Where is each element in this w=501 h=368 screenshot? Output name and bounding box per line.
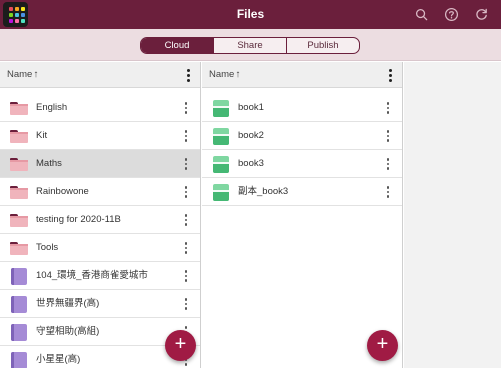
list-item[interactable]: book3 <box>202 150 402 178</box>
side-panel <box>404 62 501 368</box>
item-more-icon[interactable] <box>184 130 188 142</box>
book-icon <box>11 296 27 313</box>
left-column-header: Name↑ <box>0 62 200 88</box>
list-item[interactable]: Maths <box>0 150 200 178</box>
item-name: book3 <box>238 158 264 169</box>
add-button[interactable]: + <box>367 330 398 361</box>
right-file-pane: Name↑ book1 book2 book3 副本_book3 + <box>202 62 403 368</box>
right-column-header: Name↑ <box>202 62 402 88</box>
tab-cloud[interactable]: Cloud <box>141 38 213 53</box>
item-name: testing for 2020-11B <box>36 214 121 225</box>
sort-arrow-icon: ↑ <box>235 69 241 80</box>
add-button[interactable]: + <box>165 330 196 361</box>
list-item[interactable]: Tools <box>0 234 200 262</box>
segmented-control: Cloud Share Publish <box>140 37 360 54</box>
item-more-icon[interactable] <box>386 186 390 198</box>
item-more-icon[interactable] <box>184 102 188 114</box>
item-name: Rainbowone <box>36 186 89 197</box>
book-icon <box>213 100 229 117</box>
list-item[interactable]: 副本_book3 <box>202 178 402 206</box>
item-more-icon[interactable] <box>184 242 188 254</box>
list-item[interactable]: Kit <box>0 122 200 150</box>
list-item[interactable]: 104_環境_香港商雀愛城市 <box>0 262 200 290</box>
tab-bar: Cloud Share Publish <box>0 29 501 61</box>
right-file-list: book1 book2 book3 副本_book3 <box>202 88 402 206</box>
more-options-icon[interactable] <box>186 69 190 82</box>
tab-share[interactable]: Share <box>213 38 286 53</box>
item-name: book1 <box>238 102 264 113</box>
list-item[interactable]: Rainbowone <box>0 178 200 206</box>
item-name: Maths <box>36 158 62 169</box>
item-name: Kit <box>36 130 48 141</box>
left-file-list: English Kit Maths Rainbowone testing for 202… <box>0 88 200 368</box>
folder-icon <box>10 186 28 199</box>
list-item[interactable]: book1 <box>202 94 402 122</box>
book-icon <box>213 128 229 145</box>
item-more-icon[interactable] <box>386 102 390 114</box>
item-more-icon[interactable] <box>184 158 188 170</box>
item-name: 小星星(高) <box>36 354 81 365</box>
more-options-icon[interactable] <box>388 69 392 82</box>
folder-icon <box>10 214 28 227</box>
search-icon[interactable] <box>414 7 429 22</box>
folder-icon <box>10 242 28 255</box>
column-label: Name <box>209 69 235 80</box>
item-more-icon[interactable] <box>386 130 390 142</box>
item-name: 世界無疆界(高) <box>36 298 100 309</box>
book-icon <box>11 324 27 341</box>
item-name: 守望相助(高組) <box>36 326 100 337</box>
column-label: Name <box>7 69 33 80</box>
item-more-icon[interactable] <box>184 186 188 198</box>
list-item[interactable]: book2 <box>202 122 402 150</box>
item-more-icon[interactable] <box>184 270 188 282</box>
refresh-icon[interactable] <box>474 7 489 22</box>
book-icon <box>213 184 229 201</box>
item-more-icon[interactable] <box>184 298 188 310</box>
book-icon <box>11 352 27 368</box>
folder-icon <box>10 158 28 171</box>
book-icon <box>11 268 27 285</box>
list-item[interactable]: 世界無疆界(高) <box>0 290 200 318</box>
item-name: book2 <box>238 130 264 141</box>
book-icon <box>213 156 229 173</box>
tab-publish[interactable]: Publish <box>286 38 359 53</box>
sort-by-name-button[interactable]: Name↑ <box>7 62 38 88</box>
sort-arrow-icon: ↑ <box>33 69 39 80</box>
folder-icon <box>10 102 28 115</box>
list-item[interactable]: testing for 2020-11B <box>0 206 200 234</box>
app-header: Files <box>0 0 501 29</box>
folder-icon <box>10 130 28 143</box>
item-more-icon[interactable] <box>184 214 188 226</box>
item-name: Tools <box>36 242 59 253</box>
left-file-pane: Name↑ English Kit Maths Rainbowone testing f… <box>0 62 201 368</box>
item-more-icon[interactable] <box>386 158 390 170</box>
sort-by-name-button[interactable]: Name↑ <box>209 62 240 88</box>
item-name: 副本_book3 <box>238 186 289 197</box>
item-name: 104_環境_香港商雀愛城市 <box>36 270 148 281</box>
help-icon[interactable] <box>444 7 459 22</box>
list-item[interactable]: English <box>0 94 200 122</box>
item-name: English <box>36 102 68 113</box>
